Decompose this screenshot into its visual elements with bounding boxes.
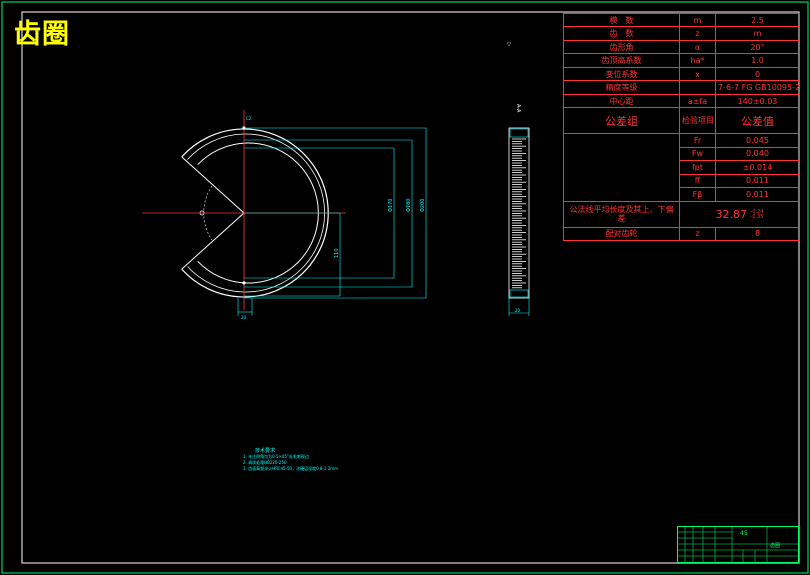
- param-row: 齿 数zm: [563, 26, 800, 41]
- tolerance-row: Fr 0.045: [563, 133, 800, 202]
- param-symbol: a±fa: [679, 93, 716, 109]
- param-name: 精度等级: [563, 80, 680, 95]
- dim-text-side-width: 20: [515, 308, 521, 313]
- param-value: 20°: [715, 39, 800, 55]
- param-table-body: 模 数 m 2.5 齿 数 z m 齿形角 α 20° 齿顶高系数 ha* 1.0 变位系数 x 0 精度等级…: [563, 12, 800, 109]
- param-name: 模 数: [563, 12, 680, 28]
- param-value: m: [715, 26, 800, 41]
- tech-note-line: 3. 齿面高频淬火HRC45-50，淬硬层深度0.8-1.2mm: [243, 466, 339, 471]
- side-hatch-bottom: [509, 289, 529, 298]
- tolerance-item-label: 检验项目: [679, 107, 716, 135]
- param-name: 齿顶高系数: [563, 53, 680, 68]
- section-label: A-A: [515, 104, 521, 113]
- tolerance-group-label: 公差组: [563, 107, 680, 135]
- dim-text-d2: Φ180: [406, 199, 412, 212]
- dim-text-d4: 110: [334, 248, 340, 258]
- dim-text-front-width: 20: [241, 315, 247, 320]
- pairing-gear-label: 配对齿轮: [563, 226, 680, 241]
- param-symbol: m: [679, 12, 716, 28]
- common-normal-body: 公法线平均长度及其上、下偏差 32.87 -0.24 -0.35 配对齿轮 z …: [563, 200, 800, 241]
- param-symbol: α: [679, 39, 716, 55]
- param-row: 齿形角 α 20°: [563, 39, 800, 55]
- param-symbol: ha*: [679, 53, 716, 68]
- gear-parameter-table: 模 数 m 2.5 齿 数 z m 齿形角 α 20° 齿顶高系数 ha* 1.0 变位系数 x 0 精度等级…: [563, 12, 800, 241]
- tolerance-value: ±0.014: [715, 160, 800, 175]
- dim-text-d3: Φ170: [388, 199, 394, 212]
- param-row: 中心距 a±fa 140±0.03: [563, 93, 800, 109]
- tolerance-value: 0.011: [715, 173, 800, 189]
- title-block-part: 齿圈: [770, 543, 781, 549]
- common-normal-label: 公法线平均长度及其上、下偏差: [563, 200, 680, 228]
- common-normal-value-cell: 32.87 -0.24 -0.35: [679, 200, 800, 228]
- tolerance-header-row: 公差组 检验项目 公差值: [563, 107, 800, 135]
- param-symbol: z: [679, 26, 716, 41]
- tolerance-symbol: Fr: [679, 133, 716, 148]
- tolerance-table-body: 公差组 检验项目 公差值: [563, 107, 800, 135]
- tolerance-symbol: fpt: [679, 160, 716, 175]
- param-row: 变位系数 x 0: [563, 66, 800, 82]
- bottom-marker: [242, 281, 246, 285]
- param-symbol: x: [679, 66, 716, 82]
- side-view: [508, 127, 530, 316]
- param-row: 模 数 m 2.5: [563, 12, 800, 28]
- common-normal-row: 公法线平均长度及其上、下偏差 32.87 -0.24 -0.35: [563, 200, 800, 228]
- roughness-mark: ▽: [507, 42, 511, 48]
- side-teeth-group: [512, 138, 526, 289]
- dim-text-d1: Φ200: [420, 199, 426, 212]
- param-row: 齿顶高系数 ha* 1.0: [563, 53, 800, 68]
- pairing-gear-row: 配对齿轮 z 8: [563, 226, 800, 241]
- common-normal-value: 32.87: [715, 207, 748, 221]
- tolerance-value: 0.045: [715, 133, 800, 148]
- title-block: 45 齿圈: [677, 526, 799, 563]
- param-value: 7-6-7 FG GB10095-2001: [715, 80, 800, 95]
- tolerance-value: 0.040: [715, 146, 800, 162]
- tolerance-rows: Fr 0.045 Fw 0.040 fpt ±0.014 ff 0.011 Fβ 0.011: [563, 133, 800, 202]
- pairing-gear-value: 8: [715, 226, 800, 241]
- param-name: 齿 数: [563, 26, 680, 41]
- param-symbol: [679, 80, 716, 95]
- param-value: 1.0: [715, 53, 800, 68]
- dim-text-chamfer: C2: [246, 116, 252, 121]
- title-block-material: 45: [740, 530, 748, 537]
- cutout-upper-edge: [181, 156, 245, 214]
- front-dimensions: [237, 127, 427, 316]
- param-value: 140±0.03: [715, 93, 800, 109]
- param-name: 齿形角: [563, 39, 680, 55]
- param-name: 中心距: [563, 93, 680, 109]
- pairing-gear-symbol: z: [679, 226, 716, 241]
- title-block-grid: [677, 526, 799, 563]
- technical-requirements: 技术要求 1. 未注倒角均为0.5×45°去毛刺锐边 2. 调质处理HB220-…: [243, 448, 338, 472]
- tolerance-value: 0.011: [715, 187, 800, 202]
- param-value: 2.5: [715, 12, 800, 28]
- dim-line-d4: [244, 212, 341, 297]
- param-value: 0: [715, 66, 800, 82]
- cutout-lower-edge: [181, 212, 245, 270]
- param-row: 精度等级 7-6-7 FG GB10095-2001: [563, 80, 800, 95]
- common-normal-lower: -0.35: [750, 213, 764, 220]
- param-name: 变位系数: [563, 66, 680, 82]
- tolerance-symbol: ff: [679, 173, 716, 189]
- side-hatch-top: [509, 128, 529, 138]
- tolerance-symbol: Fβ: [679, 187, 716, 202]
- drawing-title: 齿圈: [14, 19, 70, 50]
- tolerance-symbol: Fw: [679, 146, 716, 162]
- tolerance-value-label: 公差值: [715, 107, 800, 135]
- tolerance-group-spacer: [563, 133, 680, 202]
